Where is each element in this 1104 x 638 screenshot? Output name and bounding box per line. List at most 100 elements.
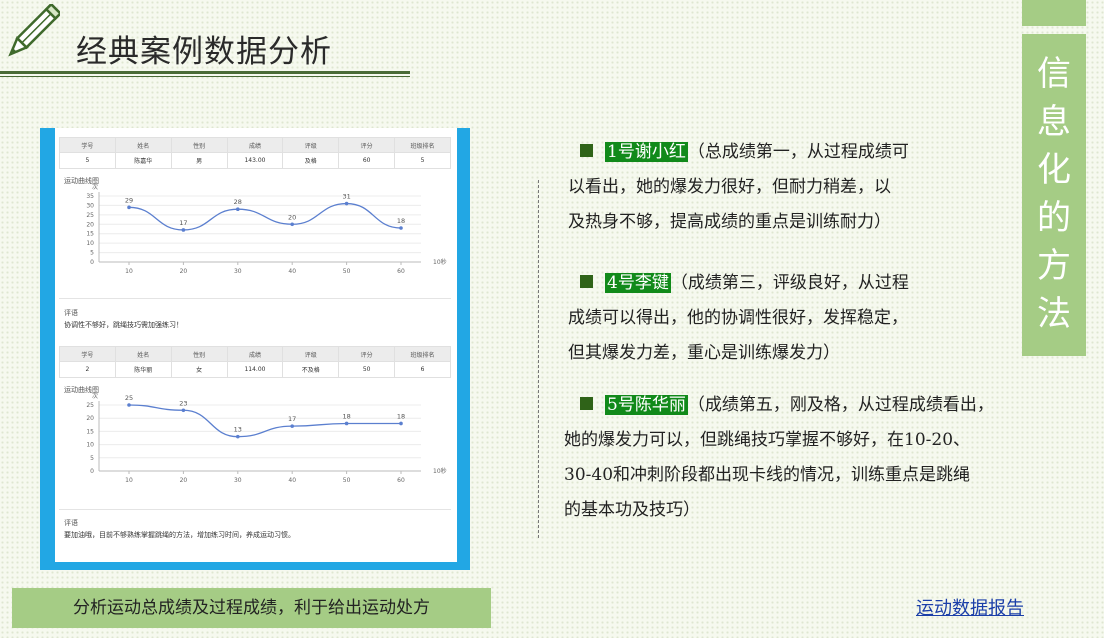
col-header: 评分 <box>338 137 396 153</box>
analysis-line: 但其爆发力差，重心是训练爆发力） <box>568 343 840 363</box>
data-point <box>344 201 349 206</box>
col-header: 评级 <box>282 137 340 153</box>
y-tick-label: 10 <box>86 240 94 247</box>
analysis-line: 以看出，她的爆发力很好，但耐力稍差，以 <box>568 177 891 197</box>
analysis-block-3: 5号陈华丽 （成绩第五，刚及格，从过程成绩看出， 她的爆发力可以，但跳绳技巧掌握不… <box>564 388 1100 528</box>
col-header: 性别 <box>170 346 228 362</box>
x-tick-label: 10 <box>125 477 133 484</box>
col-header: 成绩 <box>226 346 284 362</box>
side-tab: 信 息 化 的 方 法 <box>1022 34 1086 356</box>
data-point <box>127 403 131 407</box>
table-cell: 114.00 <box>226 361 284 378</box>
table-row: 2 陈华丽 女 114.00 不及格 50 6 <box>59 361 451 378</box>
table-cell: 5 <box>394 152 451 169</box>
data-label: 18 <box>342 412 350 420</box>
data-point <box>290 222 294 227</box>
y-tick-label: 25 <box>86 402 94 409</box>
analysis-text: （成绩第五，刚及格，从过程成绩看出， <box>687 395 994 415</box>
side-tab-char: 的 <box>1037 198 1071 238</box>
y-axis-unit: 次 <box>92 183 98 191</box>
table-cell: 不及格 <box>282 361 340 378</box>
data-label: 18 <box>397 217 405 225</box>
table-cell: 男 <box>170 152 228 169</box>
y-tick-label: 20 <box>86 415 94 422</box>
side-tab-text: 信 息 化 的 方 法 <box>1022 50 1086 338</box>
student-name-highlight: 1号谢小红 <box>605 142 688 162</box>
student-name-highlight: 5号陈华丽 <box>605 395 688 415</box>
col-header: 姓名 <box>114 137 172 153</box>
x-axis-unit: 10秒 <box>433 467 447 475</box>
line-chart: 次 0 5 10 15 20 25 10 20 30 40 50 60 10秒 25 23 13 17 18 18 <box>86 392 447 484</box>
data-label: 23 <box>179 399 187 407</box>
x-tick-label: 60 <box>397 477 405 484</box>
comment-label: 评语 <box>64 519 78 527</box>
series-line <box>128 404 401 438</box>
y-tick-label: 15 <box>86 231 94 238</box>
table-cell: 2 <box>59 361 116 378</box>
side-tab-char: 方 <box>1037 246 1071 286</box>
data-label: 17 <box>288 415 296 423</box>
line-chart: 次 0 5 10 15 20 25 30 35 10 20 30 40 50 60 10秒 29 17 28 20 31… <box>86 183 447 275</box>
x-axis-unit: 10秒 <box>433 258 447 266</box>
y-tick-label: 5 <box>90 250 94 257</box>
col-header: 班级排名 <box>394 346 451 362</box>
title-divider-thin <box>0 76 410 77</box>
data-label: 20 <box>288 213 296 221</box>
analysis-text: （成绩第三，评级良好，从过程 <box>670 273 909 293</box>
col-header: 评级 <box>282 346 340 362</box>
dashed-divider <box>538 180 539 538</box>
side-tab-char: 息 <box>1037 102 1071 142</box>
report-link[interactable]: 运动数据报告 <box>916 594 1024 620</box>
col-header: 学号 <box>59 137 116 153</box>
table-cell: 143.00 <box>226 152 284 169</box>
side-tab-char: 化 <box>1037 150 1071 190</box>
student-table-1: 学号 姓名 性别 成绩 评级 评分 班级排名 5 陈嘉华 男 143.00 及格… <box>59 137 451 169</box>
y-tick-label: 30 <box>86 202 94 209</box>
pencil-icon <box>8 4 60 57</box>
x-tick-label: 30 <box>234 477 242 484</box>
data-point <box>290 424 294 428</box>
analysis-line: 30-40和冲刺阶段都出现卡线的情况，训练重点是跳绳 <box>564 465 971 485</box>
side-tab-char: 信 <box>1037 54 1071 94</box>
student-name-highlight: 4号李键 <box>605 273 671 293</box>
data-point <box>181 228 186 232</box>
col-header: 姓名 <box>114 346 172 362</box>
y-tick-label: 15 <box>86 428 94 435</box>
x-tick-label: 50 <box>343 477 351 484</box>
x-tick-label: 30 <box>234 268 242 275</box>
data-label: 18 <box>397 412 405 420</box>
analysis-block-2: 4号李键 （成绩第三，评级良好，从过程 成绩可以得出，他的协调性很好，发挥稳定， … <box>568 266 1000 371</box>
data-point <box>181 408 186 413</box>
data-point <box>344 421 349 426</box>
y-tick-label: 20 <box>86 221 94 228</box>
x-tick-label: 10 <box>125 268 133 275</box>
y-tick-label: 0 <box>90 259 94 266</box>
analysis-line: 5号陈华丽 （成绩第五，刚及格，从过程成绩看出， <box>580 388 1100 423</box>
data-point <box>236 207 240 211</box>
table-cell: 女 <box>170 361 228 378</box>
summary-banner: 分析运动总成绩及过程成绩，利于给出运动处方 <box>12 588 491 628</box>
x-tick-label: 60 <box>397 268 405 275</box>
bullet-square-icon <box>580 144 593 157</box>
analysis-block-1: 1号谢小红 （总成绩第一，从过程成绩可 以看出，她的爆发力很好，但耐力稍差，以 及… <box>568 135 1020 240</box>
data-label: 28 <box>234 198 242 206</box>
analysis-line: 的基本功及技巧） <box>564 500 700 520</box>
table-cell: 陈嘉华 <box>114 152 172 169</box>
page-title: 经典案例数据分析 <box>76 34 332 70</box>
data-label: 31 <box>342 193 350 201</box>
analysis-line: 1号谢小红 （总成绩第一，从过程成绩可 <box>580 135 1020 170</box>
table-cell: 5 <box>59 152 116 169</box>
report-panel: 学号 姓名 性别 成绩 评级 评分 班级排名 5 陈嘉华 男 143.00 及格… <box>55 128 457 562</box>
data-label: 29 <box>125 196 133 204</box>
col-header: 评分 <box>338 346 396 362</box>
y-tick-label: 5 <box>90 455 94 462</box>
analysis-line: 成绩可以得出，他的协调性很好，发挥稳定， <box>568 308 908 328</box>
x-tick-label: 20 <box>180 268 188 275</box>
analysis-line: 她的爆发力可以，但跳绳技巧掌握不够好，在10-20、 <box>564 430 971 450</box>
col-header: 性别 <box>170 137 228 153</box>
data-label: 17 <box>179 219 187 227</box>
y-axis-unit: 次 <box>92 392 98 400</box>
data-point <box>399 226 403 230</box>
comment-text: 协调性不够好，跳绳技巧需加强练习！ <box>64 321 183 329</box>
y-tick-label: 10 <box>86 442 94 449</box>
